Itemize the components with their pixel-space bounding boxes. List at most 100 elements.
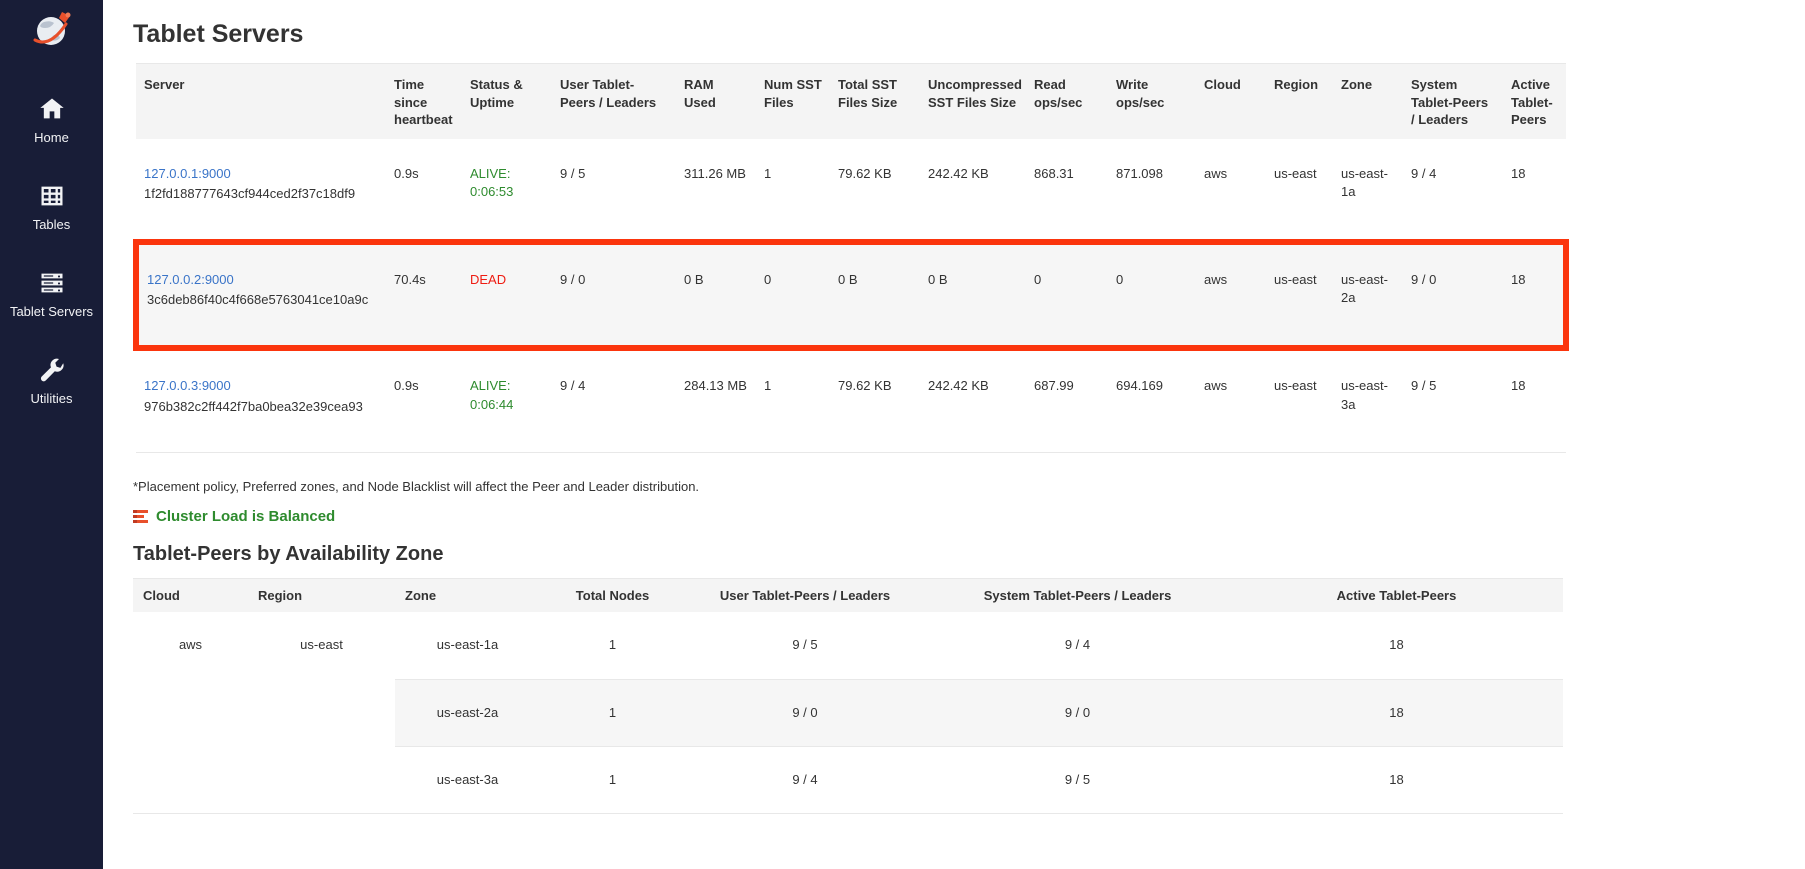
table-row-server-2-dead-highlighted: 127.0.0.2:9000 3c6deb86f40c4f668e5763041… [136, 242, 1566, 348]
col-header-region: Region [1266, 64, 1333, 139]
cell-zone: us-east-2a [1333, 242, 1403, 348]
col-header-zone: Zone [395, 578, 540, 612]
uptime-value: 0:06:44 [470, 396, 544, 414]
col-header-user-peers: User Tablet-Peers / Leaders [552, 64, 676, 139]
col-header-system-peers: System Tablet-Peers / Leaders [1403, 64, 1503, 139]
sidebar-item-home[interactable]: Home [0, 94, 103, 145]
az-section-title: Tablet-Peers by Availability Zone [133, 543, 1805, 566]
cell-system-peers: 9 / 0 [925, 679, 1230, 746]
col-header-cloud: Cloud [133, 578, 248, 612]
server-link[interactable]: 127.0.0.2:9000 [147, 272, 234, 287]
home-icon [37, 94, 67, 124]
cell-zone: us-east-3a [1333, 348, 1403, 452]
cell-total-sst: 79.62 KB [830, 139, 920, 242]
cell-active-peers: 18 [1230, 679, 1563, 746]
cell-user-peers: 9 / 5 [552, 139, 676, 242]
cell-uncompressed-sst: 242.42 KB [920, 348, 1026, 452]
balance-icon [133, 510, 148, 523]
cell-ram: 311.26 MB [676, 139, 756, 242]
utilities-icon [37, 355, 67, 385]
sidebar-item-label: Tablet Servers [10, 304, 93, 319]
col-header-num-sst: Num SST Files [756, 64, 830, 139]
tables-icon [37, 181, 67, 211]
col-header-read-ops: Read ops/sec [1026, 64, 1108, 139]
cell-zone: us-east-1a [395, 612, 540, 679]
cell-cloud: aws [1196, 139, 1266, 242]
cell-user-peers: 9 / 0 [552, 242, 676, 348]
cell-user-peers: 9 / 4 [552, 348, 676, 452]
cell-system-peers: 9 / 5 [925, 746, 1230, 813]
table-row-server-3: 127.0.0.3:9000 976b382c2ff442f7ba0bea32e… [136, 348, 1566, 452]
cell-write-ops: 871.098 [1108, 139, 1196, 242]
col-header-active-peers: Active Tablet-Peers [1503, 64, 1566, 139]
cell-cloud: aws [133, 612, 248, 813]
col-header-system-peers: System Tablet-Peers / Leaders [925, 578, 1230, 612]
cell-region: us-east [1266, 139, 1333, 242]
sidebar-item-tables[interactable]: Tables [0, 181, 103, 232]
sidebar-item-label: Home [34, 130, 69, 145]
status-badge: ALIVE: [470, 377, 544, 395]
cell-system-peers: 9 / 5 [1403, 348, 1503, 452]
cell-write-ops: 0 [1108, 242, 1196, 348]
col-header-server: Server [136, 64, 386, 139]
cell-active-peers: 18 [1230, 746, 1563, 813]
cell-ram: 0 B [676, 242, 756, 348]
page-title: Tablet Servers [133, 20, 1805, 49]
cell-num-sst: 1 [756, 348, 830, 452]
sidebar: Home Tables Tablet Servers Utilities [0, 0, 103, 869]
cell-system-peers: 9 / 4 [1403, 139, 1503, 242]
col-header-ram: RAM Used [676, 64, 756, 139]
cell-active-peers: 18 [1503, 348, 1566, 452]
cell-user-peers: 9 / 4 [685, 746, 925, 813]
cell-heartbeat: 0.9s [386, 139, 462, 242]
col-header-heartbeat: Time since heartbeat [386, 64, 462, 139]
cell-active-peers: 18 [1503, 242, 1566, 348]
sidebar-item-tablet-servers[interactable]: Tablet Servers [0, 268, 103, 319]
cell-read-ops: 0 [1026, 242, 1108, 348]
cell-total-nodes: 1 [540, 612, 685, 679]
cluster-load-status-text: Cluster Load is Balanced [156, 508, 335, 525]
server-link[interactable]: 127.0.0.1:9000 [144, 166, 231, 181]
cell-active-peers: 18 [1503, 139, 1566, 242]
cell-read-ops: 687.99 [1026, 348, 1108, 452]
app-logo-icon[interactable] [30, 8, 74, 52]
cell-region: us-east [248, 612, 395, 813]
cell-system-peers: 9 / 4 [925, 612, 1230, 679]
cell-region: us-east [1266, 348, 1333, 452]
cell-cloud: aws [1196, 242, 1266, 348]
cell-uncompressed-sst: 242.42 KB [920, 139, 1026, 242]
cell-total-sst: 0 B [830, 242, 920, 348]
server-uuid: 976b382c2ff442f7ba0bea32e39cea93 [144, 398, 378, 416]
col-header-write-ops: Write ops/sec [1108, 64, 1196, 139]
main-content: Tablet Servers Server Time since heartbe… [103, 0, 1805, 869]
az-table-row-1a: aws us-east us-east-1a 1 9 / 5 9 / 4 18 [133, 612, 1563, 679]
cell-total-nodes: 1 [540, 746, 685, 813]
server-link[interactable]: 127.0.0.3:9000 [144, 378, 231, 393]
server-uuid: 1f2fd188777643cf944ced2f37c18df9 [144, 185, 378, 203]
cell-read-ops: 868.31 [1026, 139, 1108, 242]
cell-zone: us-east-3a [395, 746, 540, 813]
cell-num-sst: 1 [756, 139, 830, 242]
col-header-active-peers: Active Tablet-Peers [1230, 578, 1563, 612]
cell-total-nodes: 1 [540, 679, 685, 746]
cluster-load-status: Cluster Load is Balanced [133, 508, 1805, 525]
cell-num-sst: 0 [756, 242, 830, 348]
col-header-user-peers: User Tablet-Peers / Leaders [685, 578, 925, 612]
cell-system-peers: 9 / 0 [1403, 242, 1503, 348]
cell-user-peers: 9 / 0 [685, 679, 925, 746]
server-uuid: 3c6deb86f40c4f668e5763041ce10a9c [147, 291, 378, 309]
cell-heartbeat: 70.4s [386, 242, 462, 348]
cell-heartbeat: 0.9s [386, 348, 462, 452]
tablet-servers-icon [37, 268, 67, 298]
servers-table-header-row: Server Time since heartbeat Status & Upt… [136, 64, 1566, 139]
cell-ram: 284.13 MB [676, 348, 756, 452]
col-header-total-nodes: Total Nodes [540, 578, 685, 612]
sidebar-item-label: Utilities [31, 391, 73, 406]
tablet-peers-by-az-table: Cloud Region Zone Total Nodes User Table… [133, 578, 1563, 814]
cell-zone: us-east-2a [395, 679, 540, 746]
tablet-servers-table: Server Time since heartbeat Status & Upt… [133, 63, 1569, 453]
uptime-value: 0:06:53 [470, 183, 544, 201]
col-header-region: Region [248, 578, 395, 612]
sidebar-item-utilities[interactable]: Utilities [0, 355, 103, 406]
cell-write-ops: 694.169 [1108, 348, 1196, 452]
